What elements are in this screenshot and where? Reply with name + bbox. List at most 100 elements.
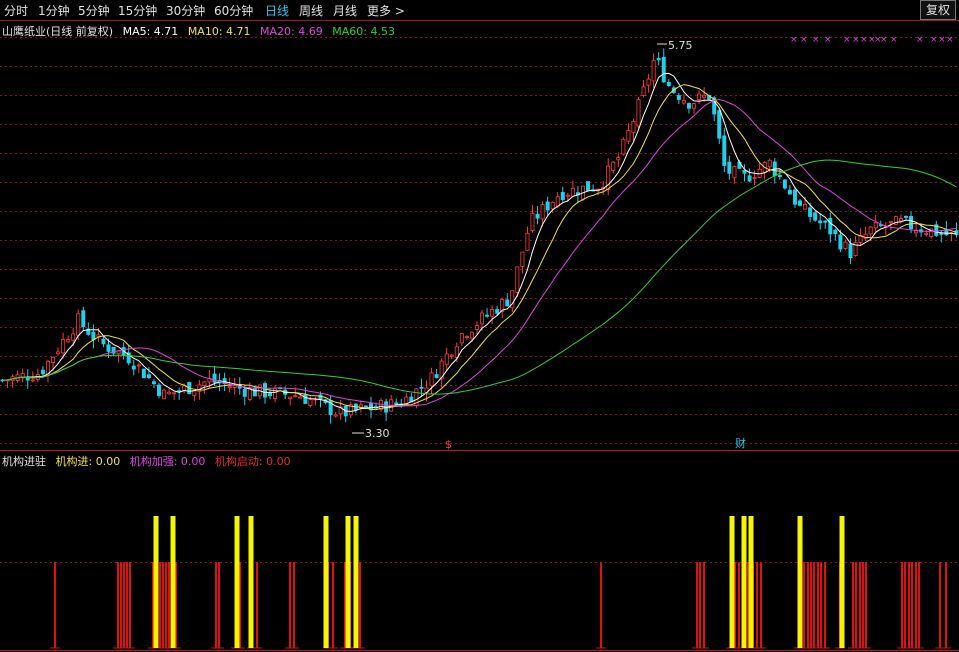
- candle-body: [66, 339, 71, 343]
- event-marker-finance: 财: [735, 436, 746, 450]
- candle-body: [363, 405, 368, 408]
- indicator-legend: 机构进驻 机构进: 0.00 机构加强: 0.00 机构启动: 0.00: [2, 453, 297, 469]
- ma60-value: MA60: 4.53: [332, 25, 395, 38]
- candle-body: [182, 385, 187, 391]
- high-price-label: 5.75: [668, 39, 693, 52]
- candle-body: [888, 221, 893, 223]
- candle-body: [71, 333, 76, 341]
- candle-body: [429, 372, 434, 387]
- candle-body: [61, 339, 66, 354]
- candle-body: [91, 331, 96, 340]
- candle-body: [616, 157, 621, 161]
- candle-body: [818, 220, 823, 224]
- candle-body: [545, 201, 550, 211]
- indicator-yellow-bar: [797, 516, 803, 648]
- candle-body: [464, 336, 469, 338]
- candle-body: [555, 196, 560, 207]
- indicator-jgj: 机构进: 0.00: [55, 455, 121, 468]
- signal-mark: ×: [916, 35, 924, 45]
- candle-body: [454, 346, 459, 358]
- candle-body: [262, 383, 267, 398]
- candle-body: [30, 379, 35, 382]
- candle-body: [924, 232, 929, 235]
- candle-body: [777, 174, 782, 177]
- candle-body: [273, 387, 278, 399]
- candle-body: [268, 392, 273, 397]
- candle-body: [898, 218, 903, 222]
- candle-body: [525, 232, 530, 251]
- candle-body: [495, 309, 500, 314]
- candle-body: [661, 56, 666, 83]
- candle-body: [697, 93, 702, 100]
- ma5-value: MA5: 4.71: [122, 25, 179, 38]
- candle-body: [162, 389, 167, 400]
- indicator-title: 机构进驻: [2, 455, 46, 468]
- candle-body: [50, 356, 55, 363]
- ma20-value: MA20: 4.69: [260, 25, 323, 38]
- indicator-yellow-bar: [153, 516, 159, 648]
- candle-body: [459, 333, 464, 344]
- candle-body: [550, 201, 555, 210]
- candle-body: [586, 181, 591, 191]
- candle-body: [535, 213, 540, 219]
- indicator-jgjq: 机构加强: 0.00: [129, 455, 206, 468]
- indicator-yellow-bar: [353, 516, 359, 648]
- signal-mark: ×: [938, 35, 946, 45]
- candle-body: [752, 177, 757, 180]
- candle-body: [252, 387, 257, 397]
- candle-body: [722, 135, 727, 166]
- candle-body: [641, 86, 646, 96]
- candle-body: [151, 381, 156, 385]
- candle-body: [469, 331, 474, 339]
- candle-body: [474, 325, 479, 330]
- candle-body: [96, 334, 101, 337]
- candle-body: [167, 391, 172, 395]
- indicator-yellow-bar: [234, 516, 240, 648]
- ma10-value: MA10: 4.71: [187, 25, 251, 38]
- candle-body: [828, 217, 833, 235]
- candle-body: [247, 388, 252, 400]
- indicator-yellow-bar: [248, 516, 254, 648]
- signal-mark: ×: [946, 35, 954, 45]
- candle-body: [803, 204, 808, 210]
- stock-chart[interactable]: 5.753.30$ 财× × × × × × × ××× × × × × ×: [0, 0, 959, 652]
- candle-body: [419, 386, 424, 389]
- candle-body: [798, 200, 803, 206]
- low-price-label: 3.30: [365, 427, 390, 440]
- candle-body: [904, 215, 909, 218]
- candle-body: [939, 232, 944, 235]
- candle-body: [808, 207, 813, 217]
- indicator-yellow-bar: [748, 516, 754, 648]
- candle-body: [530, 212, 535, 232]
- candle-body: [520, 251, 525, 267]
- candle-body: [490, 309, 495, 317]
- signal-mark: ×: [930, 35, 938, 45]
- event-marker-dividend: $: [445, 438, 452, 451]
- candle-body: [787, 189, 792, 195]
- candle-body: [212, 373, 217, 383]
- candle-body: [565, 194, 570, 197]
- indicator-yellow-bar: [729, 516, 735, 648]
- candle-body: [333, 414, 338, 417]
- candle-body: [651, 60, 656, 82]
- candle-body: [101, 338, 106, 345]
- candle-body: [823, 220, 828, 223]
- candle-body: [732, 166, 737, 179]
- candle-body: [636, 99, 641, 127]
- candle-body: [172, 392, 177, 395]
- candle-body: [747, 175, 752, 182]
- candle-body: [656, 58, 661, 61]
- indicator-yellow-bar: [345, 516, 351, 648]
- candle-body: [394, 402, 399, 405]
- candle-body: [848, 243, 853, 259]
- candle-body: [308, 399, 313, 406]
- candle-body: [515, 266, 520, 293]
- candle-body: [611, 161, 616, 171]
- candle-body: [540, 204, 545, 220]
- candle-body: [227, 386, 232, 388]
- indicator-yellow-bar: [170, 516, 176, 648]
- candle-body: [843, 241, 848, 249]
- candle-body: [681, 100, 686, 104]
- candle-body: [81, 310, 86, 328]
- candle-body: [444, 353, 449, 365]
